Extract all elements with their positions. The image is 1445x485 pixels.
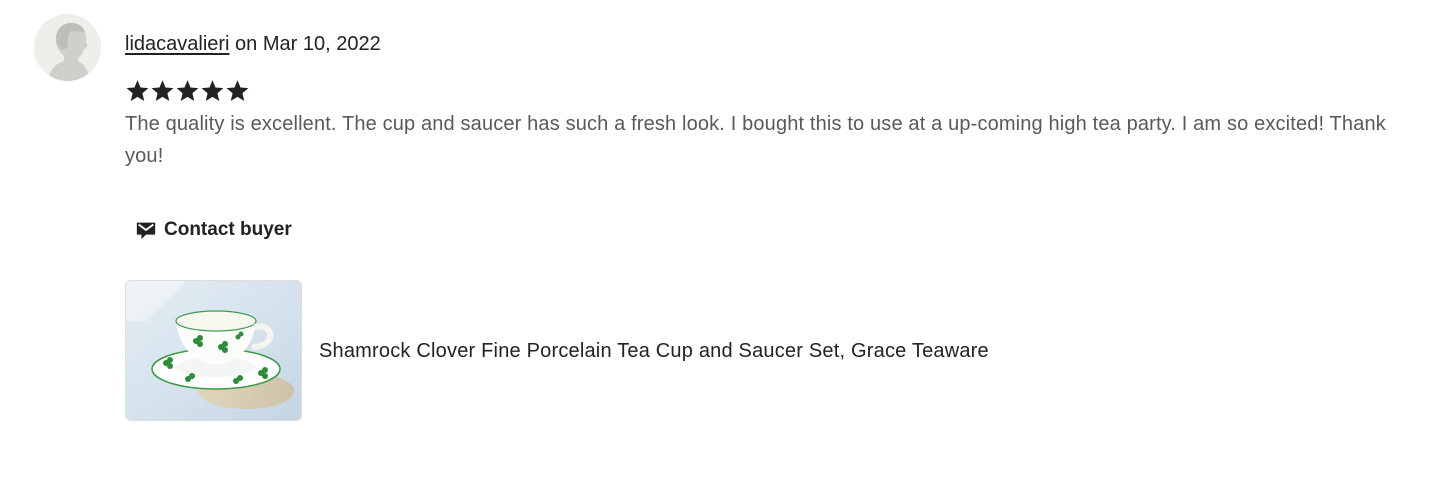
default-avatar-icon <box>34 14 101 81</box>
star-icon <box>176 80 199 101</box>
teacup-photo-icon <box>126 281 301 420</box>
purchased-listing-link[interactable]: Shamrock Clover Fine Porcelain Tea Cup a… <box>125 280 989 421</box>
listing-title: Shamrock Clover Fine Porcelain Tea Cup a… <box>319 339 989 362</box>
star-icon <box>151 80 174 101</box>
star-icon <box>126 80 149 101</box>
star-icon <box>201 80 224 101</box>
contact-buyer-button[interactable]: Contact buyer <box>129 212 298 248</box>
review-meta: lidacavalieri on Mar 10, 2022 <box>125 30 381 58</box>
review-card: lidacavalieri on Mar 10, 2022 The qualit… <box>0 0 1445 485</box>
contact-buyer-label: Contact buyer <box>164 219 292 240</box>
star-rating <box>125 78 250 106</box>
review-date: Mar 10, 2022 <box>262 33 381 55</box>
envelope-icon <box>135 219 157 241</box>
star-icon <box>226 80 249 101</box>
user-avatar[interactable] <box>34 14 101 81</box>
review-text: The quality is excellent. The cup and sa… <box>125 113 1386 167</box>
date-prefix: on <box>229 33 263 55</box>
listing-thumbnail[interactable] <box>125 280 302 421</box>
reviewer-username-link[interactable]: lidacavalieri <box>125 33 230 55</box>
